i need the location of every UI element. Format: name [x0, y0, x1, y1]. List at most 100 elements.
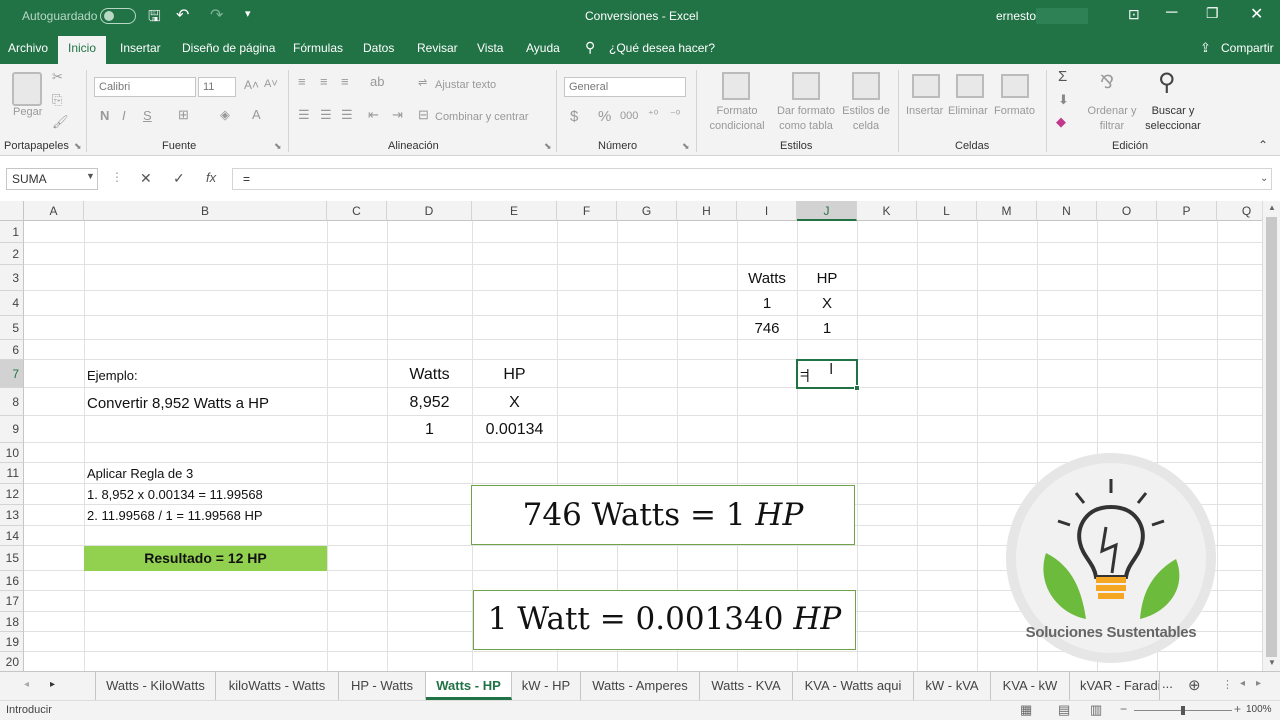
share-button[interactable]: Compartir	[1221, 41, 1274, 55]
page-break-icon[interactable]: ▥	[1090, 702, 1102, 718]
tab-datos[interactable]: Datos	[363, 41, 394, 55]
sort-filter-button[interactable]: Ordenar y filtrar	[1084, 104, 1140, 134]
save-icon[interactable]: 🖫	[148, 6, 161, 31]
row-header-17[interactable]: 17	[0, 591, 24, 612]
sheet-tab-kva-kw[interactable]: KVA - kW	[991, 672, 1070, 700]
formula-input[interactable]: =	[232, 168, 1272, 190]
column-header-b[interactable]: B	[84, 201, 327, 221]
redo-icon[interactable]: ↷	[210, 5, 223, 25]
wrap-text-icon[interactable]: ⇌	[418, 76, 427, 89]
insert-function-button[interactable]: fx	[206, 170, 216, 185]
insert-cells-button[interactable]: Insertar	[906, 104, 943, 119]
sheet-tab-kw-hp[interactable]: kW - HP	[512, 672, 581, 700]
page-layout-icon[interactable]: ▤	[1058, 702, 1070, 718]
row-header-11[interactable]: 11	[0, 463, 24, 484]
cell-d8[interactable]: 8,952	[387, 394, 472, 412]
format-cells-button[interactable]: Formato	[994, 104, 1035, 119]
column-header-g[interactable]: G	[617, 201, 677, 221]
scroll-up-icon[interactable]: ▲	[1268, 203, 1276, 212]
conditional-format-icon[interactable]	[722, 72, 750, 100]
fill-color-icon[interactable]: ◈	[220, 107, 230, 123]
row-header-19[interactable]: 19	[0, 632, 24, 652]
tab-revisar[interactable]: Revisar	[417, 41, 458, 55]
clear-icon[interactable]: ◆	[1056, 114, 1066, 130]
tab-insertar[interactable]: Insertar	[120, 41, 161, 55]
font-name-combo[interactable]: Calibri	[94, 77, 196, 97]
cell-d9[interactable]: 1	[387, 421, 472, 439]
cell-i4[interactable]: 1	[737, 295, 797, 312]
conditional-format-button[interactable]: Formato condicional	[703, 104, 771, 134]
currency-button[interactable]: $	[570, 108, 578, 125]
sheet-tab-kw-kva[interactable]: kW - kVA	[914, 672, 991, 700]
row-header-8[interactable]: 8	[0, 388, 24, 416]
row-header-5[interactable]: 5	[0, 316, 24, 340]
autosum-icon[interactable]: Σ	[1058, 68, 1067, 85]
normal-view-icon[interactable]: ▦	[1020, 702, 1032, 718]
format-cells-icon[interactable]	[1001, 74, 1029, 98]
fill-icon[interactable]: ⬇	[1058, 92, 1069, 108]
next-sheet-icon[interactable]: ▸	[50, 679, 55, 690]
autosave-toggle[interactable]	[100, 8, 136, 24]
format-as-table-icon[interactable]	[792, 72, 820, 100]
sheet-tab-watts-hp[interactable]: Watts - HP	[426, 672, 512, 700]
column-header-l[interactable]: L	[917, 201, 977, 221]
paste-button[interactable]: Pegar	[13, 105, 42, 120]
equation-box-1-watt[interactable]: 1 Watt = 0.001340 HP	[473, 590, 856, 650]
row-header-3[interactable]: 3	[0, 265, 24, 291]
cell-e8[interactable]: X	[472, 394, 557, 412]
ribbon-display-icon[interactable]: ⊡	[1128, 6, 1140, 23]
font-color-icon[interactable]: A	[252, 107, 261, 122]
cell-e9[interactable]: 0.00134	[472, 421, 557, 439]
column-header-n[interactable]: N	[1037, 201, 1097, 221]
delete-cells-icon[interactable]	[956, 74, 984, 98]
cell-i3[interactable]: Watts	[737, 270, 797, 287]
column-header-o[interactable]: O	[1097, 201, 1157, 221]
zoom-in-icon[interactable]: +	[1234, 702, 1241, 716]
orientation-icon[interactable]: ab	[370, 74, 384, 89]
cell-j4[interactable]: X	[797, 295, 857, 312]
more-sheets-icon[interactable]: ...	[1162, 676, 1173, 691]
name-box[interactable]: SUMA	[6, 168, 98, 190]
align-center-icon[interactable]: ☰	[320, 107, 332, 123]
wrap-text-button[interactable]: Ajustar texto	[435, 78, 496, 93]
row-header-13[interactable]: 13	[0, 505, 24, 526]
find-select-button[interactable]: Buscar y seleccionar	[1138, 104, 1208, 134]
row-header-9[interactable]: 9	[0, 416, 24, 443]
align-middle-icon[interactable]: ≡	[320, 74, 328, 89]
decrease-indent-icon[interactable]: ⇤	[368, 107, 379, 123]
zoom-level[interactable]: 100%	[1246, 704, 1272, 715]
zoom-slider-thumb[interactable]	[1181, 706, 1185, 715]
tab-diseno-pagina[interactable]: Diseño de página	[182, 41, 275, 55]
align-top-icon[interactable]: ≡	[298, 74, 306, 89]
decrease-font-icon[interactable]: A˅	[264, 78, 278, 90]
cell-b13[interactable]: 2. 11.99568 / 1 = 11.99568 HP	[87, 508, 263, 523]
column-header-d[interactable]: D	[387, 201, 472, 221]
alignment-launcher-icon[interactable]: ⬊	[544, 141, 552, 152]
sort-filter-icon[interactable]: ⅋	[1100, 72, 1114, 93]
row-header-1[interactable]: 1	[0, 221, 24, 243]
add-sheet-icon[interactable]: ⊕	[1188, 676, 1201, 694]
paste-icon[interactable]	[12, 72, 42, 106]
underline-button[interactable]: S	[143, 108, 152, 123]
minimize-icon[interactable]: ─	[1166, 4, 1177, 22]
cancel-entry-button[interactable]: ✕	[140, 170, 152, 187]
row-header-15[interactable]: 15	[0, 546, 24, 571]
undo-icon[interactable]: ↶	[176, 5, 189, 25]
find-select-icon[interactable]: ⚲	[1158, 68, 1176, 97]
font-size-combo[interactable]: 11	[198, 77, 236, 97]
vertical-scrollbar[interactable]: ▲ ▼	[1262, 201, 1280, 671]
column-header-i[interactable]: I	[737, 201, 797, 221]
row-header-2[interactable]: 2	[0, 243, 24, 265]
confirm-entry-button[interactable]: ✓	[173, 170, 185, 187]
cell-e7[interactable]: HP	[472, 366, 557, 384]
clipboard-launcher-icon[interactable]: ⬊	[74, 141, 82, 152]
sheet-tab-kvar-faradios[interactable]: kVAR - Faradi	[1070, 672, 1160, 700]
column-header-a[interactable]: A	[24, 201, 84, 221]
cell-styles-icon[interactable]	[852, 72, 880, 100]
column-header-m[interactable]: M	[977, 201, 1037, 221]
restore-icon[interactable]: ❐	[1206, 5, 1219, 22]
tab-inicio[interactable]: Inicio	[58, 36, 107, 64]
tell-me-box[interactable]: ¿Qué desea hacer?	[609, 41, 715, 55]
borders-icon[interactable]: ⊞	[178, 107, 189, 123]
close-icon[interactable]: ✕	[1250, 4, 1263, 24]
